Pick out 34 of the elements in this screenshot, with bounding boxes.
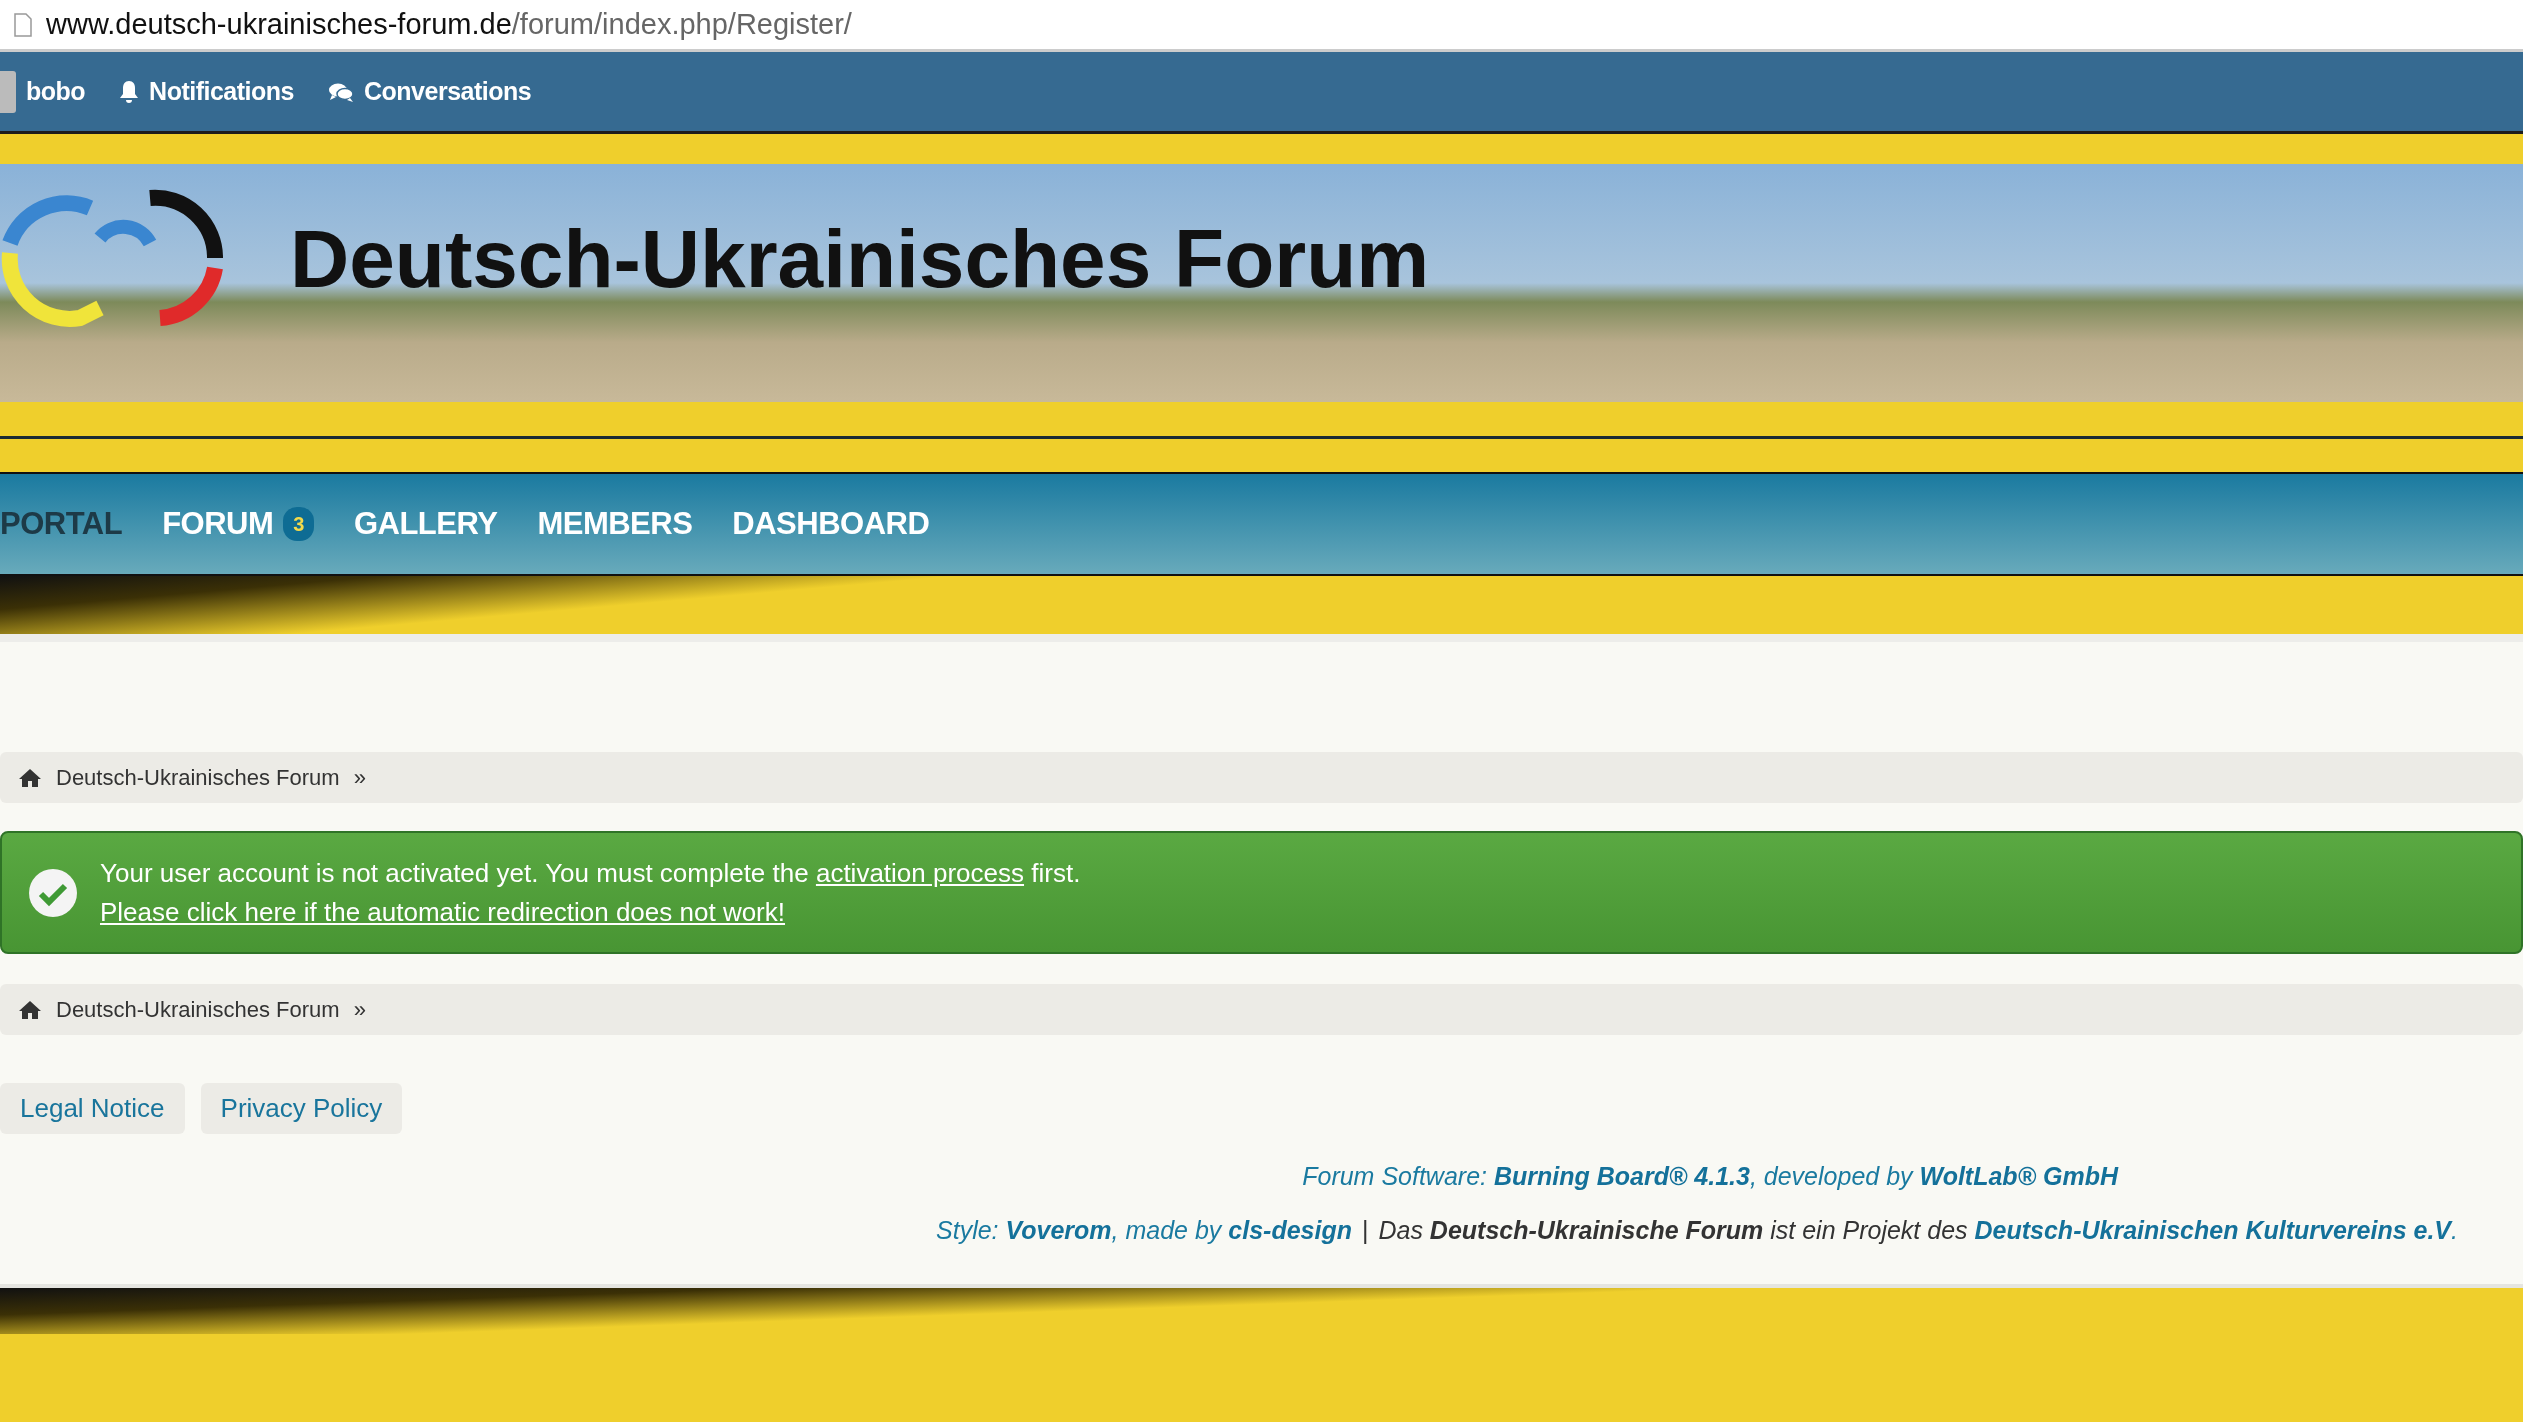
address-bar[interactable]: www.deutsch-ukrainisches-forum.de/forum/index.php/Register/ xyxy=(0,0,2523,52)
credit-link[interactable]: Voverom xyxy=(1005,1215,1112,1244)
speech-bubbles-icon xyxy=(328,81,354,102)
avatar-icon xyxy=(0,70,16,113)
site-title: Deutsch-Ukrainisches Forum xyxy=(290,211,1430,306)
breadcrumb-separator: » xyxy=(353,764,366,792)
breadcrumb-separator: » xyxy=(353,996,366,1024)
credit-link[interactable]: Deutsch-Ukrainischen Kulturvereins e.V xyxy=(1974,1215,2452,1244)
nav-tab[interactable]: MEMBERS xyxy=(537,500,693,548)
footer-link[interactable]: Legal Notice xyxy=(0,1083,185,1134)
nav-tab[interactable]: PORTAL xyxy=(0,500,123,548)
user-link[interactable]: bobo xyxy=(0,70,86,113)
credit-link[interactable]: Burning Board® 4.1.3 xyxy=(1493,1162,1750,1190)
credits-line: Forum Software: Burning Board® 4.1.3, developed by WoltLab® GmbH xyxy=(1302,1161,2118,1192)
breadcrumb-link[interactable]: Deutsch-Ukrainisches Forum xyxy=(56,993,340,1026)
activation-link[interactable]: activation process xyxy=(815,857,1025,888)
count-badge: 3 xyxy=(283,507,314,541)
credit-link[interactable]: WoltLab® GmbH xyxy=(1919,1162,2118,1190)
home-icon[interactable] xyxy=(18,767,42,788)
conversations-link[interactable]: Conversations xyxy=(328,72,532,111)
credits-line: Style: Voverom, made by cls-design | Das Deutsch-Ukrainische Forum ist ein Projekt des Deutsch-Ukrainischen Kulturvereins e.V. xyxy=(936,1214,2458,1246)
alert-message: Your user account is not activated yet. You must complete the activation process first. xyxy=(100,856,1081,890)
nav-tab[interactable]: FORUM 3 xyxy=(162,500,314,548)
footer-link[interactable]: Privacy Policy xyxy=(200,1083,403,1134)
redirect-link[interactable]: Please click here if the automatic redirection does not work! xyxy=(100,896,785,927)
page-icon xyxy=(14,12,32,37)
notifications-link[interactable]: Notifications xyxy=(119,72,294,111)
breadcrumb-link[interactable]: Deutsch-Ukrainisches Forum xyxy=(56,761,340,794)
home-icon[interactable] xyxy=(18,999,42,1020)
nav-tab[interactable]: GALLERY xyxy=(353,500,498,548)
bell-icon xyxy=(119,79,140,104)
check-circle-icon xyxy=(28,867,78,918)
nav-tab[interactable]: DASHBOARD xyxy=(732,500,930,548)
credit-link[interactable]: cls-design xyxy=(1228,1215,1352,1244)
